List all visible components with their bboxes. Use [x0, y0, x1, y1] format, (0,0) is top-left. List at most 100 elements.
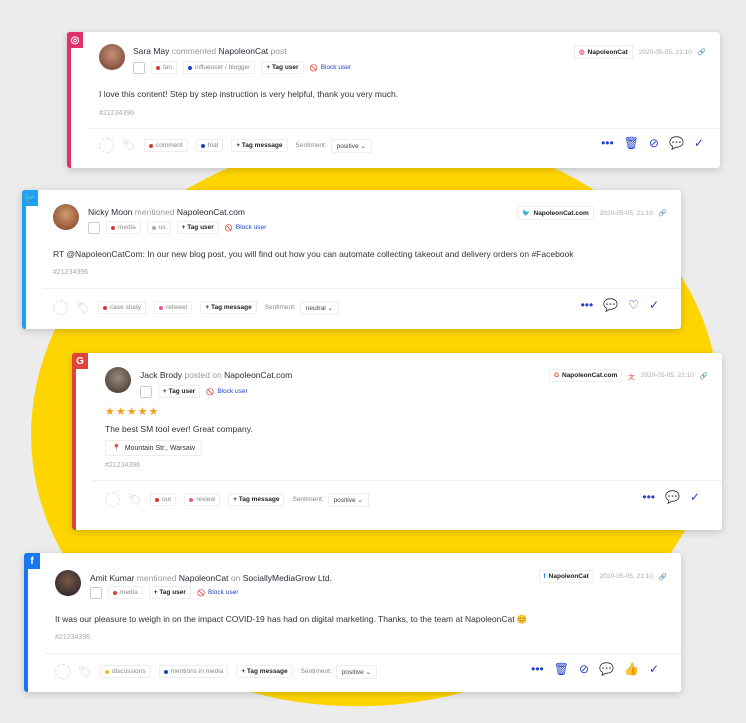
user-card-icon[interactable] [140, 385, 152, 398]
timestamp: 2020-05-05, 21:10 [640, 372, 694, 379]
brand-badge[interactable]: ◎ NapoleonCat [574, 45, 633, 59]
tag-message-button[interactable]: + Tag message [236, 665, 293, 678]
target-page[interactable]: SociallyMediaGrow Ltd. [243, 573, 332, 583]
trash-icon[interactable]: 🗑 [624, 136, 639, 150]
avatar [105, 367, 131, 393]
message-tag[interactable]: comment [143, 139, 188, 152]
reply-icon[interactable]: 💬 [603, 298, 618, 312]
reply-icon[interactable]: 💬 [665, 490, 680, 504]
tag-icon: 🏷 [76, 302, 90, 314]
message-actions: ••• 💬 ✓ [642, 490, 700, 504]
message-card-twitter: 🐦 Nicky Moon mentioned NapoleonCat.com m… [22, 190, 681, 329]
message-tag[interactable]: mentions in media [158, 665, 229, 678]
check-icon[interactable]: ✓ [649, 298, 659, 312]
check-icon[interactable]: ✓ [694, 136, 704, 150]
reply-icon[interactable]: 💬 [669, 136, 684, 150]
more-icon[interactable]: ••• [601, 136, 614, 150]
message-tag[interactable]: review [184, 493, 221, 506]
tag-message-button[interactable]: + Tag message [228, 493, 285, 506]
link-icon[interactable]: 🔗 [700, 372, 708, 380]
twitter-icon: 🐦 [522, 210, 531, 217]
check-icon[interactable]: ✓ [649, 662, 659, 676]
message-header: Jack Brody posted on NapoleonCat.com [140, 370, 292, 380]
translate-icon[interactable]: 文 [628, 371, 635, 381]
action-verb: mentioned [134, 207, 175, 217]
message-header: Sara May commented NapoleonCat post [133, 46, 287, 56]
assign-circle[interactable] [105, 492, 120, 507]
tag-message-button[interactable]: + Tag message [231, 139, 288, 152]
tag-user-button[interactable]: + Tag user [148, 586, 191, 599]
user-card-icon[interactable] [90, 586, 102, 599]
brand-badge[interactable]: f NapoleonCat [538, 570, 594, 583]
user-card-icon[interactable] [133, 61, 145, 74]
user-tag[interactable]: influencer / blogger [183, 61, 256, 74]
link-icon[interactable]: 🔗 [659, 209, 667, 217]
author-name[interactable]: Nicky Moon [88, 207, 132, 217]
sentiment-select[interactable]: neutral ⌄ [299, 300, 339, 315]
message-id: #21234396 [99, 110, 135, 117]
user-tag[interactable]: media [108, 586, 143, 599]
target-name[interactable]: NapoleonCat.com [224, 370, 292, 380]
more-icon[interactable]: ••• [642, 490, 655, 504]
tag-user-button[interactable]: + Tag user [261, 61, 304, 74]
block-user-button[interactable]: 🚫 Block user [310, 64, 351, 72]
like-icon[interactable]: 👍 [624, 662, 639, 676]
user-card-icon[interactable] [88, 221, 100, 234]
message-footer: 🏷 discussions mentions in media + Tag me… [55, 664, 378, 679]
divider [42, 288, 681, 289]
check-icon[interactable]: ✓ [690, 490, 700, 504]
reply-icon[interactable]: 💬 [599, 662, 614, 676]
hide-icon[interactable]: ⊘ [579, 662, 589, 676]
sentiment: Sentiment: positive ⌄ [301, 664, 378, 679]
block-user-button[interactable]: 🚫 Block user [206, 388, 247, 396]
user-tag[interactable]: fan [151, 61, 178, 74]
tag-message-button[interactable]: + Tag message [200, 301, 257, 314]
message-tag[interactable]: our [149, 493, 177, 506]
tag-user-button[interactable]: + Tag user [158, 385, 201, 398]
brand-info: f NapoleonCat 2020-05-05, 21:10 🔗 [538, 570, 667, 583]
tag-user-button[interactable]: + Tag user [176, 221, 219, 234]
avatar [53, 204, 79, 230]
user-tag[interactable]: us [146, 221, 171, 234]
sentiment-select[interactable]: positive ⌄ [335, 664, 378, 679]
target-name[interactable]: NapoleonCat [219, 46, 269, 56]
location-badge: 📍 Mountain Str., Warsaw [105, 440, 202, 456]
link-icon[interactable]: 🔗 [698, 48, 706, 56]
divider [87, 128, 720, 129]
author-name[interactable]: Sara May [133, 46, 169, 56]
target-name[interactable]: NapoleonCat.com [177, 207, 245, 217]
assign-circle[interactable] [53, 300, 68, 315]
message-tag[interactable]: trial [195, 139, 224, 152]
heart-icon[interactable]: ♡ [628, 298, 639, 312]
message-tag[interactable]: discussions [99, 665, 151, 678]
timestamp: 2020-05-05, 21:10 [599, 573, 653, 580]
block-user-button[interactable]: 🚫 Block user [197, 589, 238, 597]
location-pin-icon: 📍 [112, 445, 121, 452]
user-tag-row: fan influencer / blogger + Tag user 🚫 Blo… [133, 61, 351, 74]
brand-badge[interactable]: G NapoleonCat.com [548, 369, 623, 382]
trash-icon[interactable]: 🗑 [554, 662, 569, 676]
assign-circle[interactable] [55, 664, 70, 679]
link-icon[interactable]: 🔗 [659, 573, 667, 581]
author-name[interactable]: Jack Brody [140, 370, 182, 380]
user-tag[interactable]: media [106, 221, 141, 234]
author-name[interactable]: Amit Kumar [90, 573, 134, 583]
sentiment-select[interactable]: positive ⌄ [327, 492, 369, 507]
action-verb: mentioned [136, 573, 177, 583]
more-icon[interactable]: ••• [581, 298, 594, 312]
divider [44, 653, 681, 654]
block-user-button[interactable]: 🚫 Block user [225, 224, 266, 232]
target-suffix: post [270, 46, 287, 56]
tag-icon: 🏷 [122, 140, 136, 152]
timestamp: 2020-05-05, 21:10 [599, 209, 653, 217]
assign-circle[interactable] [99, 138, 114, 153]
more-icon[interactable]: ••• [531, 662, 544, 676]
target-preposition: on [230, 573, 241, 583]
message-tag[interactable]: case study [97, 301, 147, 314]
brand-badge[interactable]: 🐦 NapoleonCat.com [517, 206, 594, 220]
sentiment-select[interactable]: positive ⌄ [330, 138, 372, 153]
user-tag-row: + Tag user 🚫 Block user [140, 385, 248, 398]
hide-icon[interactable]: ⊘ [649, 136, 659, 150]
message-tag[interactable]: retweet [154, 301, 193, 314]
target-name[interactable]: NapoleonCat [179, 573, 229, 583]
